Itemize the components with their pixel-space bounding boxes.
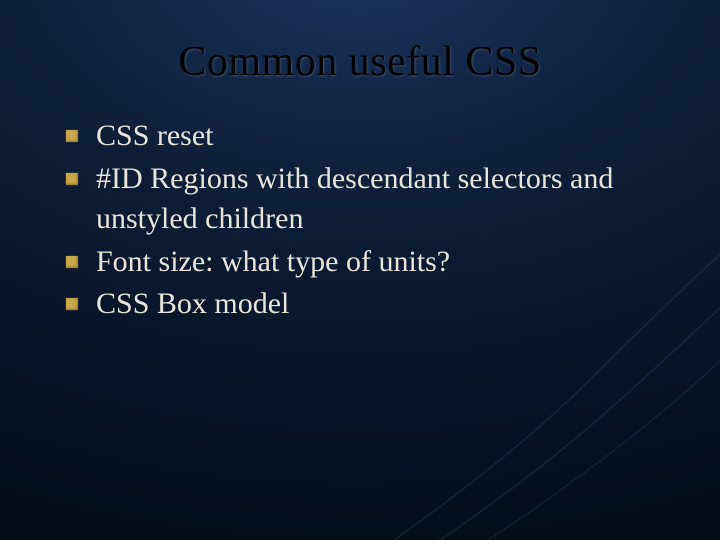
slide-content: CSS reset #ID Regions with descendant se… (0, 116, 720, 325)
slide-title: Common useful CSS (0, 0, 720, 116)
bullet-item: #ID Regions with descendant selectors an… (60, 159, 670, 240)
bullet-item: CSS reset (60, 116, 670, 157)
bullet-item: CSS Box model (60, 284, 670, 325)
bullet-list: CSS reset #ID Regions with descendant se… (60, 116, 670, 325)
bullet-item: Font size: what type of units? (60, 242, 670, 283)
